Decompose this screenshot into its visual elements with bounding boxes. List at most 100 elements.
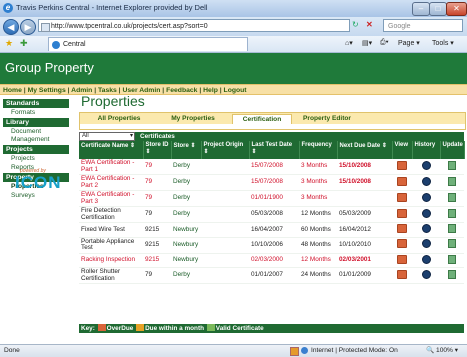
overdue-swatch [97,324,106,331]
history-cell [412,237,440,254]
history-icon[interactable] [421,239,431,249]
add-favorite-icon[interactable]: ✚ [20,38,28,49]
col-project-origin[interactable]: Project Origin ⇕ [201,141,250,159]
menu-home[interactable]: Home [3,87,22,94]
sidebar-item-management[interactable]: Management [3,136,69,144]
update-icon[interactable] [448,269,456,279]
col-label: View [394,142,409,148]
history-icon[interactable] [421,224,431,233]
close-button[interactable]: ✕ [446,2,467,16]
ie-logo-icon: e [3,3,13,13]
update-icon[interactable] [448,254,456,264]
col-certificate-name[interactable]: Certificate Name ⇕ [79,141,144,159]
update-icon[interactable] [448,160,456,170]
page-icon [41,23,50,32]
address-field[interactable]: http://www.tpcentral.co.uk/projects/cert… [38,19,350,32]
frequency-cell: 48 Months [299,237,337,254]
refresh-icon[interactable]: ↻ [352,20,359,29]
stop-icon[interactable]: ✕ [366,20,373,29]
history-icon[interactable] [421,160,431,170]
warning-icon[interactable] [290,347,299,356]
history-icon[interactable] [421,254,431,264]
print-icon[interactable]: ⎙▾ [380,39,389,47]
project-origin-cell [201,267,249,284]
cert-name-cell[interactable]: Fixed Wire Test [79,222,143,238]
cert-name-cell[interactable]: EWA Certification - Part 3 [79,190,143,207]
update-icon[interactable] [448,176,456,186]
tab-label: Central [63,41,86,48]
menu-help[interactable]: Help [203,87,218,94]
view-icon[interactable] [397,192,407,202]
sidebar-item-document[interactable]: Document [3,127,69,136]
table-row: EWA Certification - Part 3 79 Derby 01/01/1… [79,190,464,207]
browser-tab[interactable]: Central [48,37,248,51]
col-next-due-date[interactable]: Next Due Date ⇕ [337,141,393,159]
menu-my-settings[interactable]: My Settings [28,87,66,94]
home-icon[interactable]: ⌂▾ [345,39,353,47]
sort-icon: ⇕ [251,149,257,155]
minimize-button[interactable]: – [412,2,430,16]
zoom-level[interactable]: 🔍 100% ▾ [426,345,458,357]
sort-icon: ⇕ [190,143,196,149]
valid-swatch [206,324,215,331]
update-icon[interactable] [448,208,456,218]
view-icon[interactable] [397,239,407,249]
cert-name-cell[interactable]: EWA Certification - Part 1 [79,159,143,175]
certificates-table: Certificate Name ⇕ Store ID ⇕ Store ⇕ Pr… [79,141,465,284]
maximize-button[interactable]: □ [429,2,447,16]
update-cell [440,253,464,268]
update-icon[interactable] [448,192,456,202]
cert-name-cell[interactable]: EWA Certification - Part 2 [79,174,143,191]
view-icon[interactable] [397,208,407,218]
tab-my-properties[interactable]: My Properties [160,114,226,124]
page-menu-label: Page [398,40,415,47]
update-icon[interactable] [448,224,456,233]
col-store[interactable]: Store ⇕ [171,141,202,159]
last-test-date-cell: 01/01/2007 [249,267,299,284]
history-icon[interactable] [421,192,431,202]
back-button[interactable]: ◀ [3,19,19,35]
menu-feedback[interactable]: Feedback [166,87,197,94]
cert-name-cell[interactable]: Racking Inspection [79,253,143,268]
sort-icon: ⇕ [203,149,209,155]
view-icon[interactable] [397,224,407,233]
history-icon[interactable] [421,208,431,218]
cert-name-cell[interactable]: Roller Shutter Certification [79,267,143,284]
tools-menu[interactable]: Tools ▾ [432,39,454,47]
page-menu[interactable]: Page ▾ [398,39,420,47]
cert-name-cell[interactable]: Fire Detection Certification [79,206,143,223]
history-icon[interactable] [421,176,431,186]
favorites-star-icon[interactable]: ★ [5,38,13,49]
address-toolbar: ◀ ▶ http://www.tpcentral.co.uk/projects/… [0,17,467,36]
certificate-filter-select[interactable]: All ▾ [79,132,135,141]
sidebar-item-formats[interactable]: Formats [3,108,69,117]
tab-all-properties[interactable]: All Properties [86,114,152,124]
view-cell [392,237,412,254]
next-due-date-cell: 10/10/2010 [337,237,392,254]
tab-favicon-icon [52,41,60,49]
view-icon[interactable] [397,160,407,170]
view-icon[interactable] [397,254,407,264]
view-icon[interactable] [397,269,407,279]
update-icon[interactable] [448,239,456,249]
last-test-date-cell: 15/07/2008 [249,174,299,191]
col-frequency[interactable]: Frequency [299,141,338,159]
sidebar-item-projects[interactable]: Projects [3,154,69,163]
col-last-test-date[interactable]: Last Test Date ⇕ [249,141,300,159]
view-icon[interactable] [397,176,407,186]
store-cell: Derby [171,206,201,223]
feeds-icon[interactable]: ▤▾ [362,39,372,47]
cert-name-cell[interactable]: Portable Appliance Test [79,237,143,254]
security-zone[interactable]: Internet | Protected Mode: On [311,345,398,357]
history-cell [412,222,440,238]
tab-property-editor[interactable]: Property Editor [294,114,360,124]
history-icon[interactable] [421,269,431,279]
globe-icon [301,347,308,354]
menu-logout[interactable]: Logout [224,87,247,94]
forward-button[interactable]: ▶ [20,19,36,35]
project-origin-cell [201,222,249,238]
col-store-id[interactable]: Store ID ⇕ [143,141,172,159]
search-input[interactable]: Google [383,19,463,32]
next-due-date-cell: 16/04/2012 [337,222,392,238]
history-cell [412,253,440,268]
